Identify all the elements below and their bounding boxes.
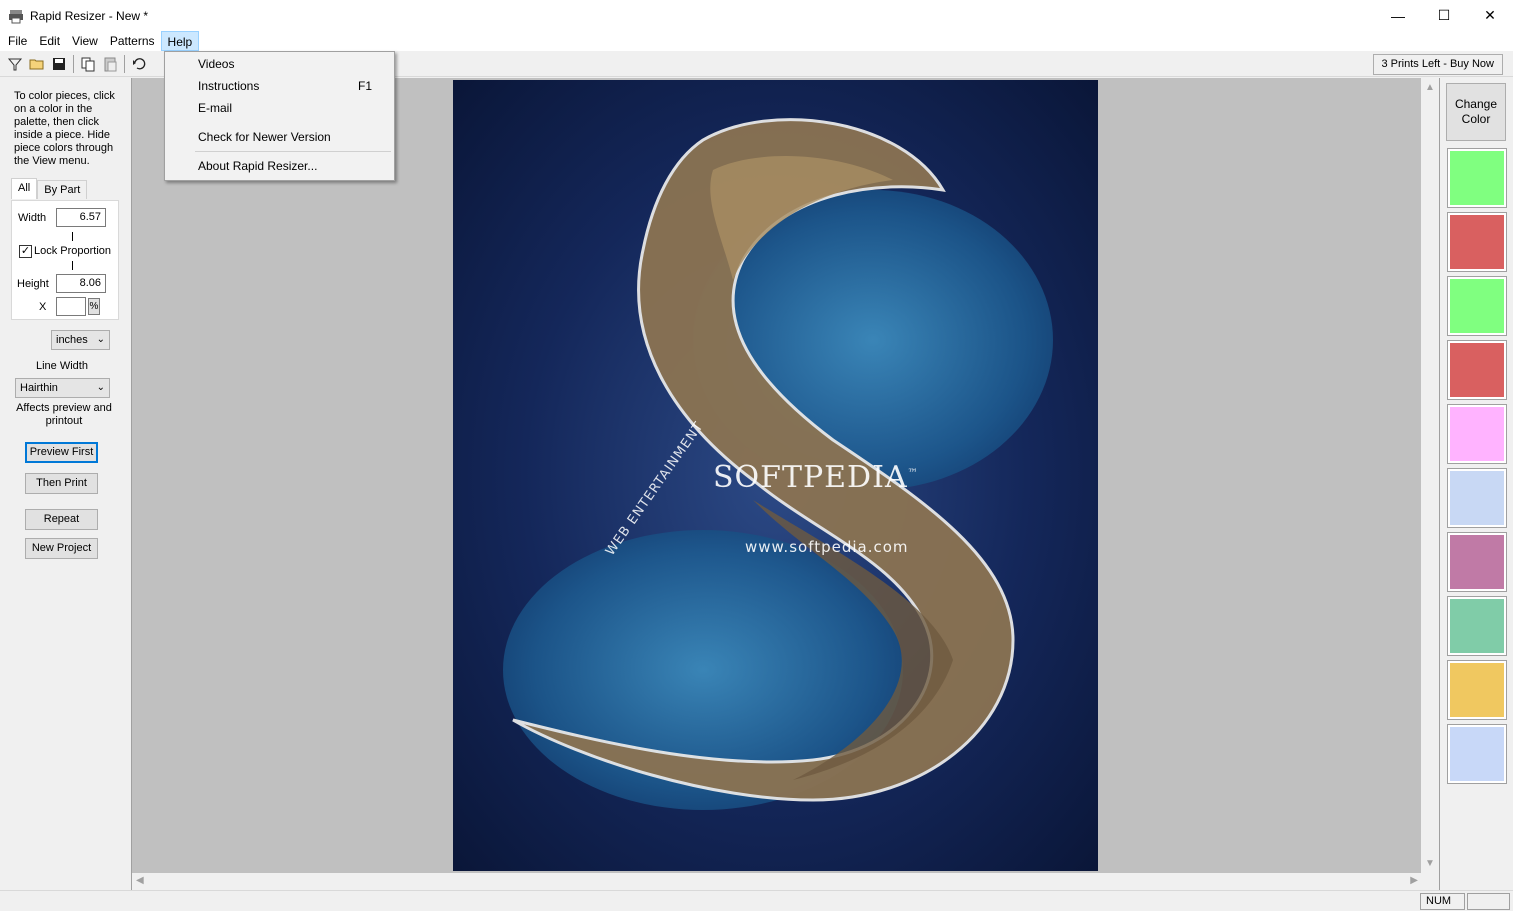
maximize-button[interactable]: ☐ <box>1421 0 1467 31</box>
units-select[interactable]: inches ⌄ <box>51 330 110 350</box>
color-swatch[interactable] <box>1447 468 1507 528</box>
window-title: Rapid Resizer - New * <box>30 8 149 23</box>
minimize-button[interactable]: — <box>1375 0 1421 31</box>
menu-item-instructions[interactable]: Instructions <box>198 79 259 93</box>
tab-all[interactable]: All <box>11 178 38 199</box>
menu-item-check-newer[interactable]: Check for Newer Version <box>198 130 331 144</box>
menu-bar: File Edit View Patterns Help <box>0 31 1513 51</box>
scroll-corner <box>1421 873 1438 890</box>
repeat-button[interactable]: Repeat <box>25 509 98 530</box>
link-line <box>72 232 73 241</box>
toolbar-separator <box>124 55 125 73</box>
size-panel: Width 6.57 ✓ Lock Proportion Height 8.06… <box>11 200 119 320</box>
watermark-brand: SOFTPEDIA™ <box>713 460 919 495</box>
help-menu-dropdown: Videos Instructions F1 E-mail Check for … <box>164 51 395 181</box>
menu-separator <box>195 151 391 152</box>
line-width-label: Line Width <box>36 360 88 372</box>
open-button[interactable] <box>26 53 48 75</box>
open-folder-icon <box>29 59 44 70</box>
height-field[interactable]: 8.06 <box>56 274 106 293</box>
change-color-button[interactable]: Change Color <box>1446 83 1506 141</box>
size-tabs: All By Part <box>11 178 88 199</box>
copy-button[interactable] <box>77 53 99 75</box>
color-swatch[interactable] <box>1447 340 1507 400</box>
menu-view[interactable]: View <box>66 31 104 51</box>
status-cell <box>1467 893 1510 910</box>
paste-button[interactable] <box>99 53 121 75</box>
color-swatch[interactable] <box>1447 532 1507 592</box>
paste-icon <box>104 57 117 72</box>
line-width-value: Hairthin <box>20 382 58 394</box>
color-palette: Change Color <box>1439 78 1513 890</box>
scroll-up-icon[interactable]: ▲ <box>1425 82 1435 93</box>
height-label: Height <box>17 278 49 290</box>
help-text: To color pieces, click on a color in the… <box>14 90 115 167</box>
vertical-scrollbar[interactable]: ▲ ▼ <box>1421 78 1438 873</box>
new-icon <box>7 58 23 71</box>
new-button[interactable] <box>4 53 26 75</box>
title-bar: Rapid Resizer - New * — ☐ ✕ <box>0 0 1513 31</box>
width-label: Width <box>18 212 47 224</box>
close-button[interactable]: ✕ <box>1467 0 1513 31</box>
menu-help[interactable]: Help <box>160 31 200 51</box>
save-button[interactable] <box>48 53 70 75</box>
chevron-down-icon: ⌄ <box>96 334 105 345</box>
brand-tm: ™ <box>907 468 919 479</box>
lock-proportion-label: Lock Proportion <box>34 245 112 257</box>
color-swatch[interactable] <box>1447 212 1507 272</box>
line-width-select[interactable]: Hairthin ⌄ <box>15 378 110 398</box>
link-line <box>72 261 73 270</box>
affects-note: Affects preview and printout <box>16 402 112 427</box>
menu-item-videos[interactable]: Videos <box>198 57 234 71</box>
num-lock-indicator: NUM <box>1420 893 1465 910</box>
copy-icon <box>81 57 95 72</box>
color-swatch[interactable] <box>1447 724 1507 784</box>
percent-button[interactable]: % <box>88 298 100 315</box>
menu-item-about[interactable]: About Rapid Resizer... <box>198 159 317 173</box>
pattern-image[interactable]: SOFTPEDIA™ www.softpedia.com WEB ENTERTA… <box>453 80 1098 871</box>
instructions-shortcut: F1 <box>357 79 372 93</box>
menu-edit[interactable]: Edit <box>33 31 66 51</box>
menu-file[interactable]: File <box>2 31 33 51</box>
color-swatch[interactable] <box>1447 404 1507 464</box>
units-value: inches <box>56 334 88 346</box>
preview-first-button[interactable]: Preview First <box>25 442 98 463</box>
status-bar: NUM <box>0 890 1513 911</box>
color-swatch[interactable] <box>1447 276 1507 336</box>
width-field[interactable]: 6.57 <box>56 208 106 227</box>
horizontal-scrollbar[interactable]: ◀ ▶ <box>132 873 1422 890</box>
menu-item-email[interactable]: E-mail <box>198 101 232 115</box>
toolbar-separator <box>73 55 74 73</box>
lock-proportion-checkbox[interactable]: ✓ <box>19 245 32 258</box>
app-icon <box>9 9 23 23</box>
undo-button[interactable] <box>128 53 150 75</box>
scroll-right-icon[interactable]: ▶ <box>1410 875 1418 886</box>
color-swatch[interactable] <box>1447 660 1507 720</box>
color-swatch[interactable] <box>1447 596 1507 656</box>
save-icon <box>53 58 65 70</box>
menu-patterns[interactable]: Patterns <box>104 31 161 51</box>
color-swatch[interactable] <box>1447 148 1507 208</box>
undo-icon <box>133 58 146 70</box>
tab-by-part[interactable]: By Part <box>37 180 88 199</box>
then-print-button[interactable]: Then Print <box>25 473 98 494</box>
left-panel: To color pieces, click on a color in the… <box>0 78 130 890</box>
new-project-button[interactable]: New Project <box>25 538 98 559</box>
scroll-left-icon[interactable]: ◀ <box>136 875 144 886</box>
scale-percent-field[interactable] <box>56 297 86 316</box>
brand-text: SOFTPEDIA <box>713 460 908 495</box>
scale-x-label: X <box>39 301 47 313</box>
chevron-down-icon: ⌄ <box>96 382 105 393</box>
watermark-url: www.softpedia.com <box>745 538 909 556</box>
buy-now-button[interactable]: 3 Prints Left - Buy Now <box>1372 54 1503 75</box>
canvas-area[interactable]: SOFTPEDIA™ www.softpedia.com WEB ENTERTA… <box>131 78 1438 890</box>
scroll-down-icon[interactable]: ▼ <box>1425 858 1435 869</box>
